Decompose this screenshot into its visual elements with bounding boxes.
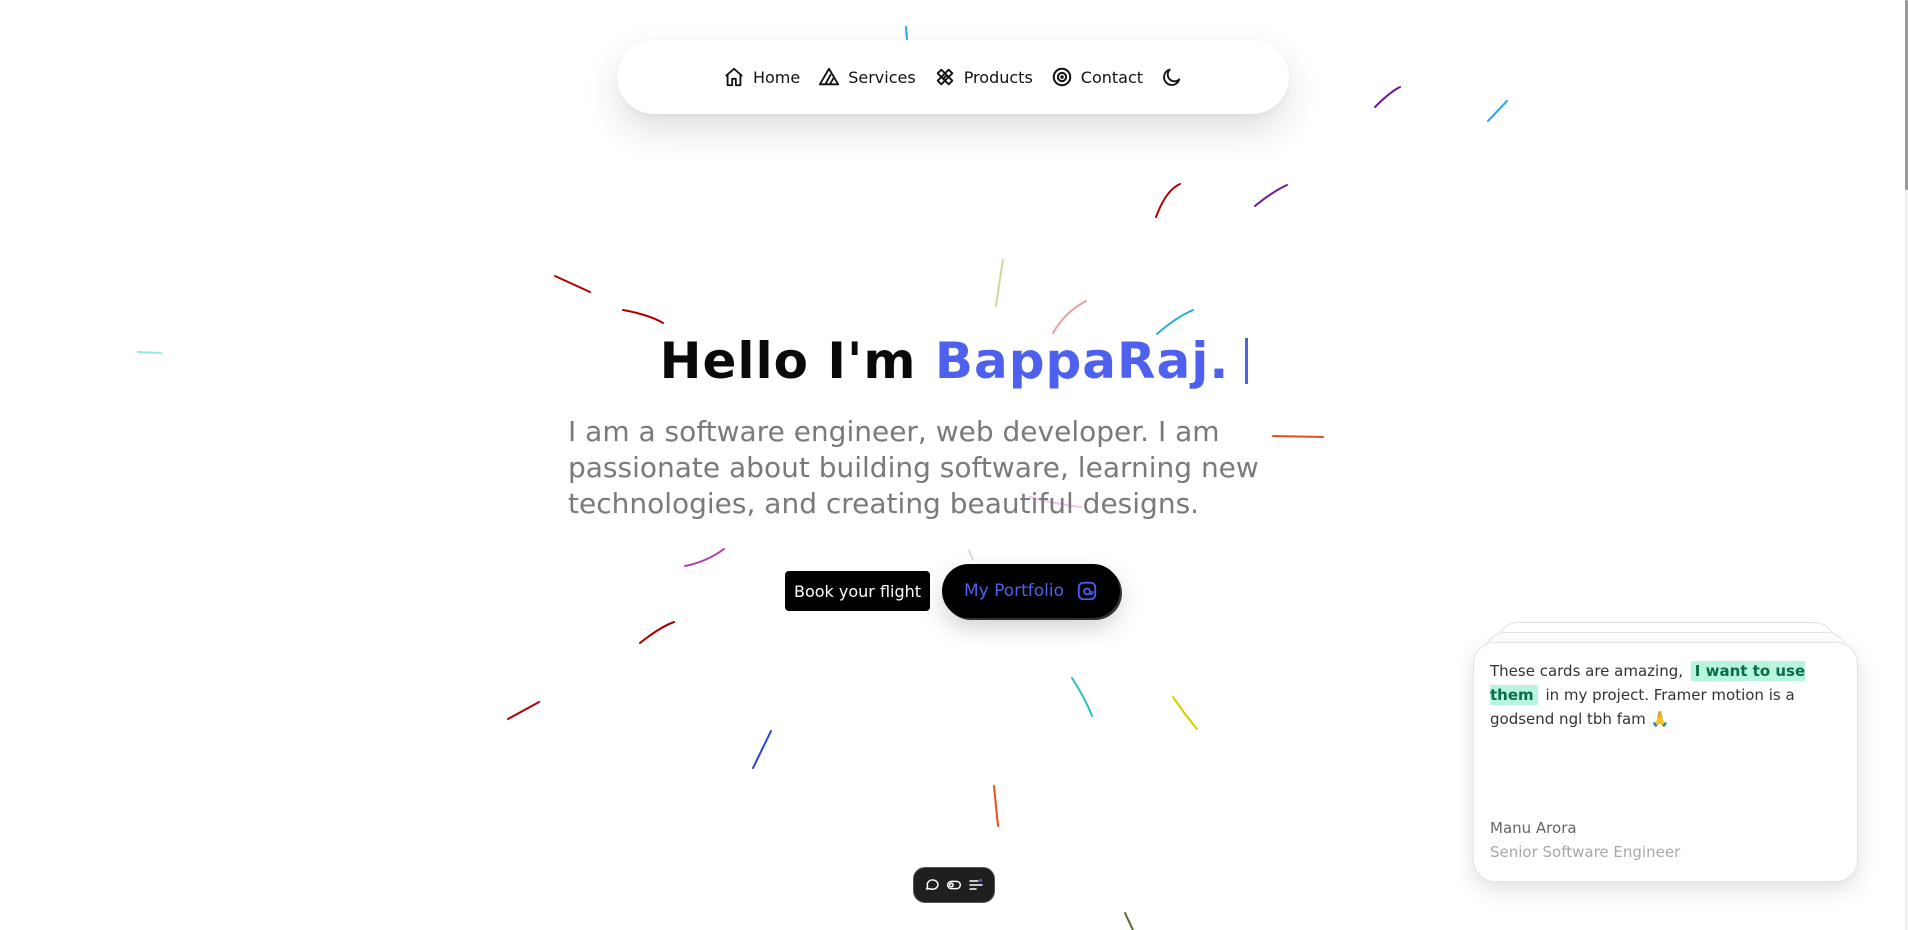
- nav-item-products[interactable]: Products: [934, 66, 1033, 88]
- testimonial-quote: These cards are amazing, I want to use t…: [1490, 659, 1842, 731]
- portfolio-icon: [1077, 581, 1097, 601]
- nav-item-home[interactable]: Home: [723, 66, 800, 88]
- typing-cursor: [1245, 338, 1249, 384]
- chat-button[interactable]: [924, 877, 940, 893]
- nav-item-contact[interactable]: Contact: [1051, 66, 1143, 88]
- book-flight-button[interactable]: Book your flight: [785, 571, 930, 611]
- quote-text-before: These cards are amazing,: [1490, 662, 1684, 680]
- bottom-dock: [913, 867, 995, 903]
- theme-toggle-button[interactable]: [1161, 66, 1183, 88]
- services-icon: [819, 67, 840, 86]
- portfolio-button[interactable]: My Portfolio: [942, 564, 1120, 618]
- nav-item-label: Home: [752, 67, 801, 87]
- navbar: Home Services Products Contact: [617, 40, 1289, 114]
- toggle-button[interactable]: [946, 877, 962, 893]
- hero-description: I am a software engineer, web developer.…: [568, 415, 1259, 520]
- nav-item-services[interactable]: Services: [818, 66, 916, 88]
- testimonial-author: Manu Arora: [1490, 819, 1577, 837]
- nav-item-label: Contact: [1080, 67, 1144, 87]
- hero-title: Hello I'm BappaRaj.: [0, 332, 1908, 390]
- settings-button[interactable]: [968, 877, 984, 893]
- portfolio-button-label: My Portfolio: [963, 581, 1065, 601]
- toggle-icon: [946, 880, 962, 890]
- testimonial-role: Senior Software Engineer: [1490, 843, 1681, 861]
- chat-icon: [925, 879, 939, 890]
- testimonial-card[interactable]: These cards are amazing, I want to use t…: [1473, 642, 1858, 882]
- moon-icon: [1163, 68, 1181, 86]
- nav-item-label: Products: [963, 67, 1033, 87]
- products-icon: [936, 68, 953, 86]
- contact-icon: [1052, 67, 1072, 87]
- settings-icon: [969, 878, 983, 890]
- hero-name: BappaRaj.: [934, 332, 1230, 390]
- home-icon: [725, 67, 743, 87]
- hero-greeting: Hello I'm: [659, 332, 917, 390]
- nav-item-label: Services: [848, 67, 916, 87]
